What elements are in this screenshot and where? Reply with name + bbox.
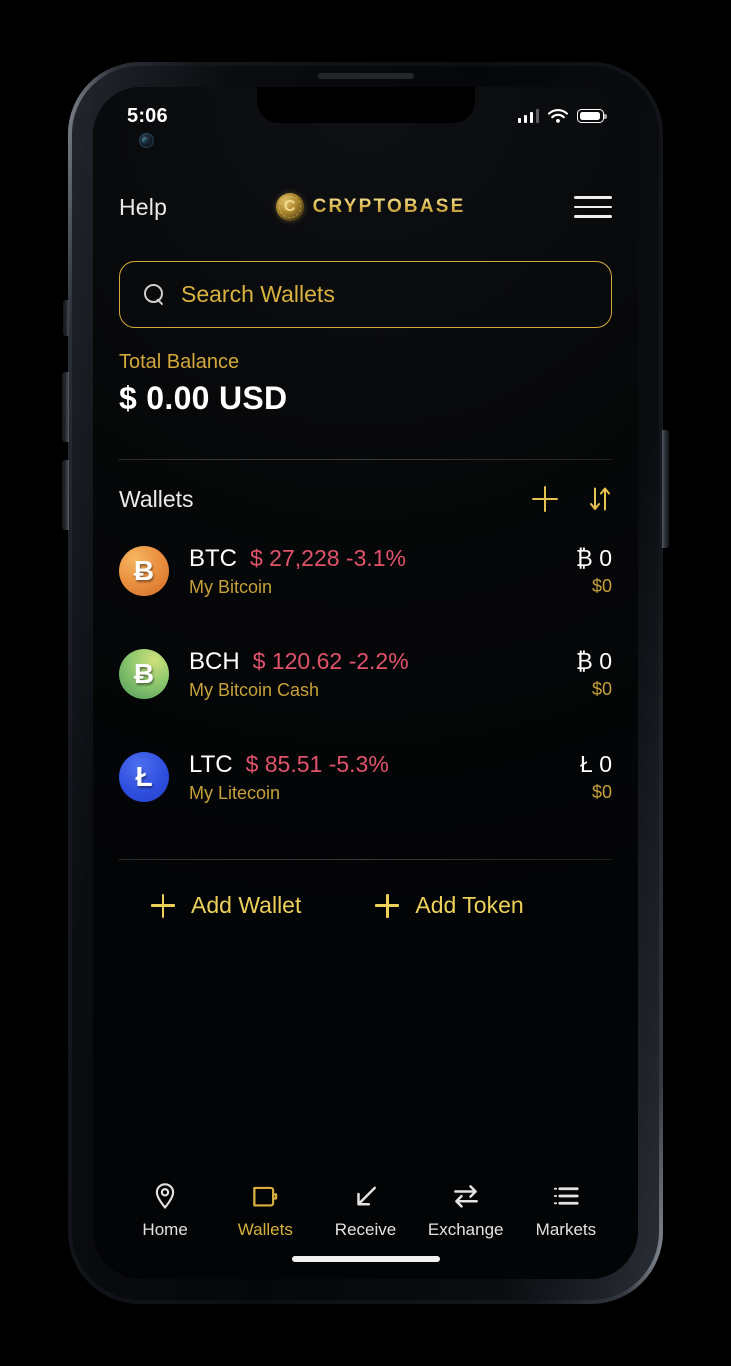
litecoin-icon: Ł: [119, 752, 169, 802]
hamburger-menu-icon[interactable]: [574, 196, 612, 218]
phone-screen: 5:06 Help C CRYPTOBASE Search Wallets To…: [93, 87, 638, 1279]
wallet-row-ltc[interactable]: Ł LTC $ 85.51 -5.3% My Litecoin Ł 0 $0: [119, 741, 612, 813]
add-token-button[interactable]: Add Token: [375, 892, 524, 919]
wallet-primary-line: BTC $ 27,228 -3.1%: [189, 545, 576, 573]
plus-icon: [375, 893, 400, 918]
signal-bars-icon: [517, 109, 539, 123]
volume-down-button[interactable]: [62, 460, 69, 530]
divider-below-wallets: [119, 859, 612, 860]
tab-label: Markets: [535, 1220, 597, 1239]
tab-receive[interactable]: Receive: [315, 1181, 415, 1240]
coin-glyph: Ł: [135, 761, 153, 792]
wallets-actions: [532, 485, 612, 513]
wallet-fiat-amount: $0: [591, 782, 612, 802]
divider-above-wallets: [119, 459, 612, 460]
wallet-info: BCH $ 120.62 -2.2% My Bitcoin Cash: [189, 648, 576, 701]
arrow-down-left-icon: [356, 1186, 376, 1206]
wallet-fiat-amount: $0: [591, 679, 612, 699]
tab-wallets[interactable]: Wallets: [215, 1181, 315, 1240]
wallet-name: My Bitcoin Cash: [189, 679, 320, 700]
tab-label: Exchange: [427, 1220, 504, 1239]
wallet-price-change: $ 85.51 -5.3%: [245, 750, 389, 777]
phone-frame: 5:06 Help C CRYPTOBASE Search Wallets To…: [68, 62, 663, 1304]
add-wallet-button[interactable]: Add Wallet: [151, 892, 301, 919]
location-pin-icon: [155, 1183, 175, 1209]
list-icon: [553, 1187, 579, 1205]
total-balance-block: Total Balance $ 0.00 USD: [119, 351, 612, 417]
wallet-row-bch[interactable]: Ƀ BCH $ 120.62 -2.2% My Bitcoin Cash ₿ 0…: [119, 638, 612, 710]
wallet-symbol: BCH: [189, 647, 240, 675]
wallet-symbol: BTC: [189, 544, 237, 572]
tab-markets[interactable]: Markets: [516, 1181, 616, 1240]
search-wallets-field[interactable]: Search Wallets: [119, 261, 612, 328]
screenshot-stage: 5:06 Help C CRYPTOBASE Search Wallets To…: [0, 0, 731, 1366]
tab-home[interactable]: Home: [115, 1181, 215, 1240]
wallet-name: My Bitcoin: [189, 576, 273, 597]
brand-mark-letter: C: [283, 198, 296, 215]
bitcoin-cash-icon: Ƀ: [119, 649, 169, 699]
add-wallet-label: Add Wallet: [191, 892, 302, 918]
plus-icon[interactable]: [532, 486, 558, 512]
wallets-section-header: Wallets: [119, 479, 612, 519]
app-header: Help C CRYPTOBASE: [93, 179, 638, 235]
home-indicator[interactable]: [291, 1256, 440, 1262]
tab-exchange[interactable]: Exchange: [416, 1181, 516, 1240]
wallet-list: Ƀ BTC $ 27,228 -3.1% My Bitcoin ₿ 0 $0 Ƀ…: [119, 535, 612, 844]
status-time: 5:06: [127, 104, 168, 127]
wallet-name: My Litecoin: [189, 782, 281, 803]
coin-glyph: Ƀ: [133, 658, 155, 689]
wallet-fiat-amount: $0: [591, 576, 612, 596]
wallet-crypto-amount: ₿ 0: [575, 648, 612, 674]
add-token-label: Add Token: [415, 892, 524, 918]
plus-icon: [151, 893, 175, 918]
tab-label: Receive: [334, 1220, 397, 1239]
total-balance-amount: $ 0.00 USD: [119, 380, 288, 416]
wallet-price-change: $ 120.62 -2.2%: [252, 647, 409, 674]
status-icons: [517, 108, 607, 124]
volume-up-button[interactable]: [62, 372, 69, 442]
brand-logo: C CRYPTOBASE: [275, 193, 466, 221]
wallet-symbol: LTC: [189, 750, 233, 778]
earpiece-speaker: [317, 73, 414, 79]
wifi-icon: [548, 108, 568, 123]
mute-switch-button[interactable]: [63, 300, 69, 336]
wallet-info: BTC $ 27,228 -3.1% My Bitcoin: [189, 545, 576, 598]
search-placeholder: Search Wallets: [181, 281, 335, 307]
sort-arrows-icon[interactable]: [588, 485, 612, 513]
wallet-balance: ₿ 0 $0: [576, 648, 612, 700]
status-bar: 5:06: [93, 87, 638, 139]
tab-label: Wallets: [237, 1220, 293, 1239]
battery-full-icon: [577, 109, 607, 123]
wallet-icon: [253, 1186, 278, 1207]
wallet-primary-line: LTC $ 85.51 -5.3%: [189, 751, 580, 779]
tab-label: Home: [142, 1220, 188, 1239]
wallet-row-btc[interactable]: Ƀ BTC $ 27,228 -3.1% My Bitcoin ₿ 0 $0: [119, 535, 612, 607]
total-balance-label: Total Balance: [119, 351, 240, 373]
brand-wordmark: CRYPTOBASE: [312, 196, 466, 217]
wallet-balance: ₿ 0 $0: [576, 545, 612, 597]
swap-arrows-icon: [453, 1185, 478, 1208]
power-button[interactable]: [662, 430, 669, 548]
wallets-title: Wallets: [119, 485, 194, 512]
cryptobase-coin-icon: C: [275, 193, 304, 221]
help-link[interactable]: Help: [119, 194, 167, 221]
wallet-price-change: $ 27,228 -3.1%: [250, 544, 407, 571]
wallet-info: LTC $ 85.51 -5.3% My Litecoin: [189, 751, 580, 804]
wallet-crypto-amount: Ł 0: [580, 751, 612, 777]
add-actions-row: Add Wallet Add Token: [119, 892, 612, 919]
bitcoin-icon: Ƀ: [119, 546, 169, 596]
wallet-balance: Ł 0 $0: [580, 751, 612, 803]
coin-glyph: Ƀ: [133, 555, 155, 586]
search-icon: [144, 284, 165, 305]
wallet-crypto-amount: ₿ 0: [575, 545, 612, 571]
wallet-primary-line: BCH $ 120.62 -2.2%: [189, 648, 576, 676]
